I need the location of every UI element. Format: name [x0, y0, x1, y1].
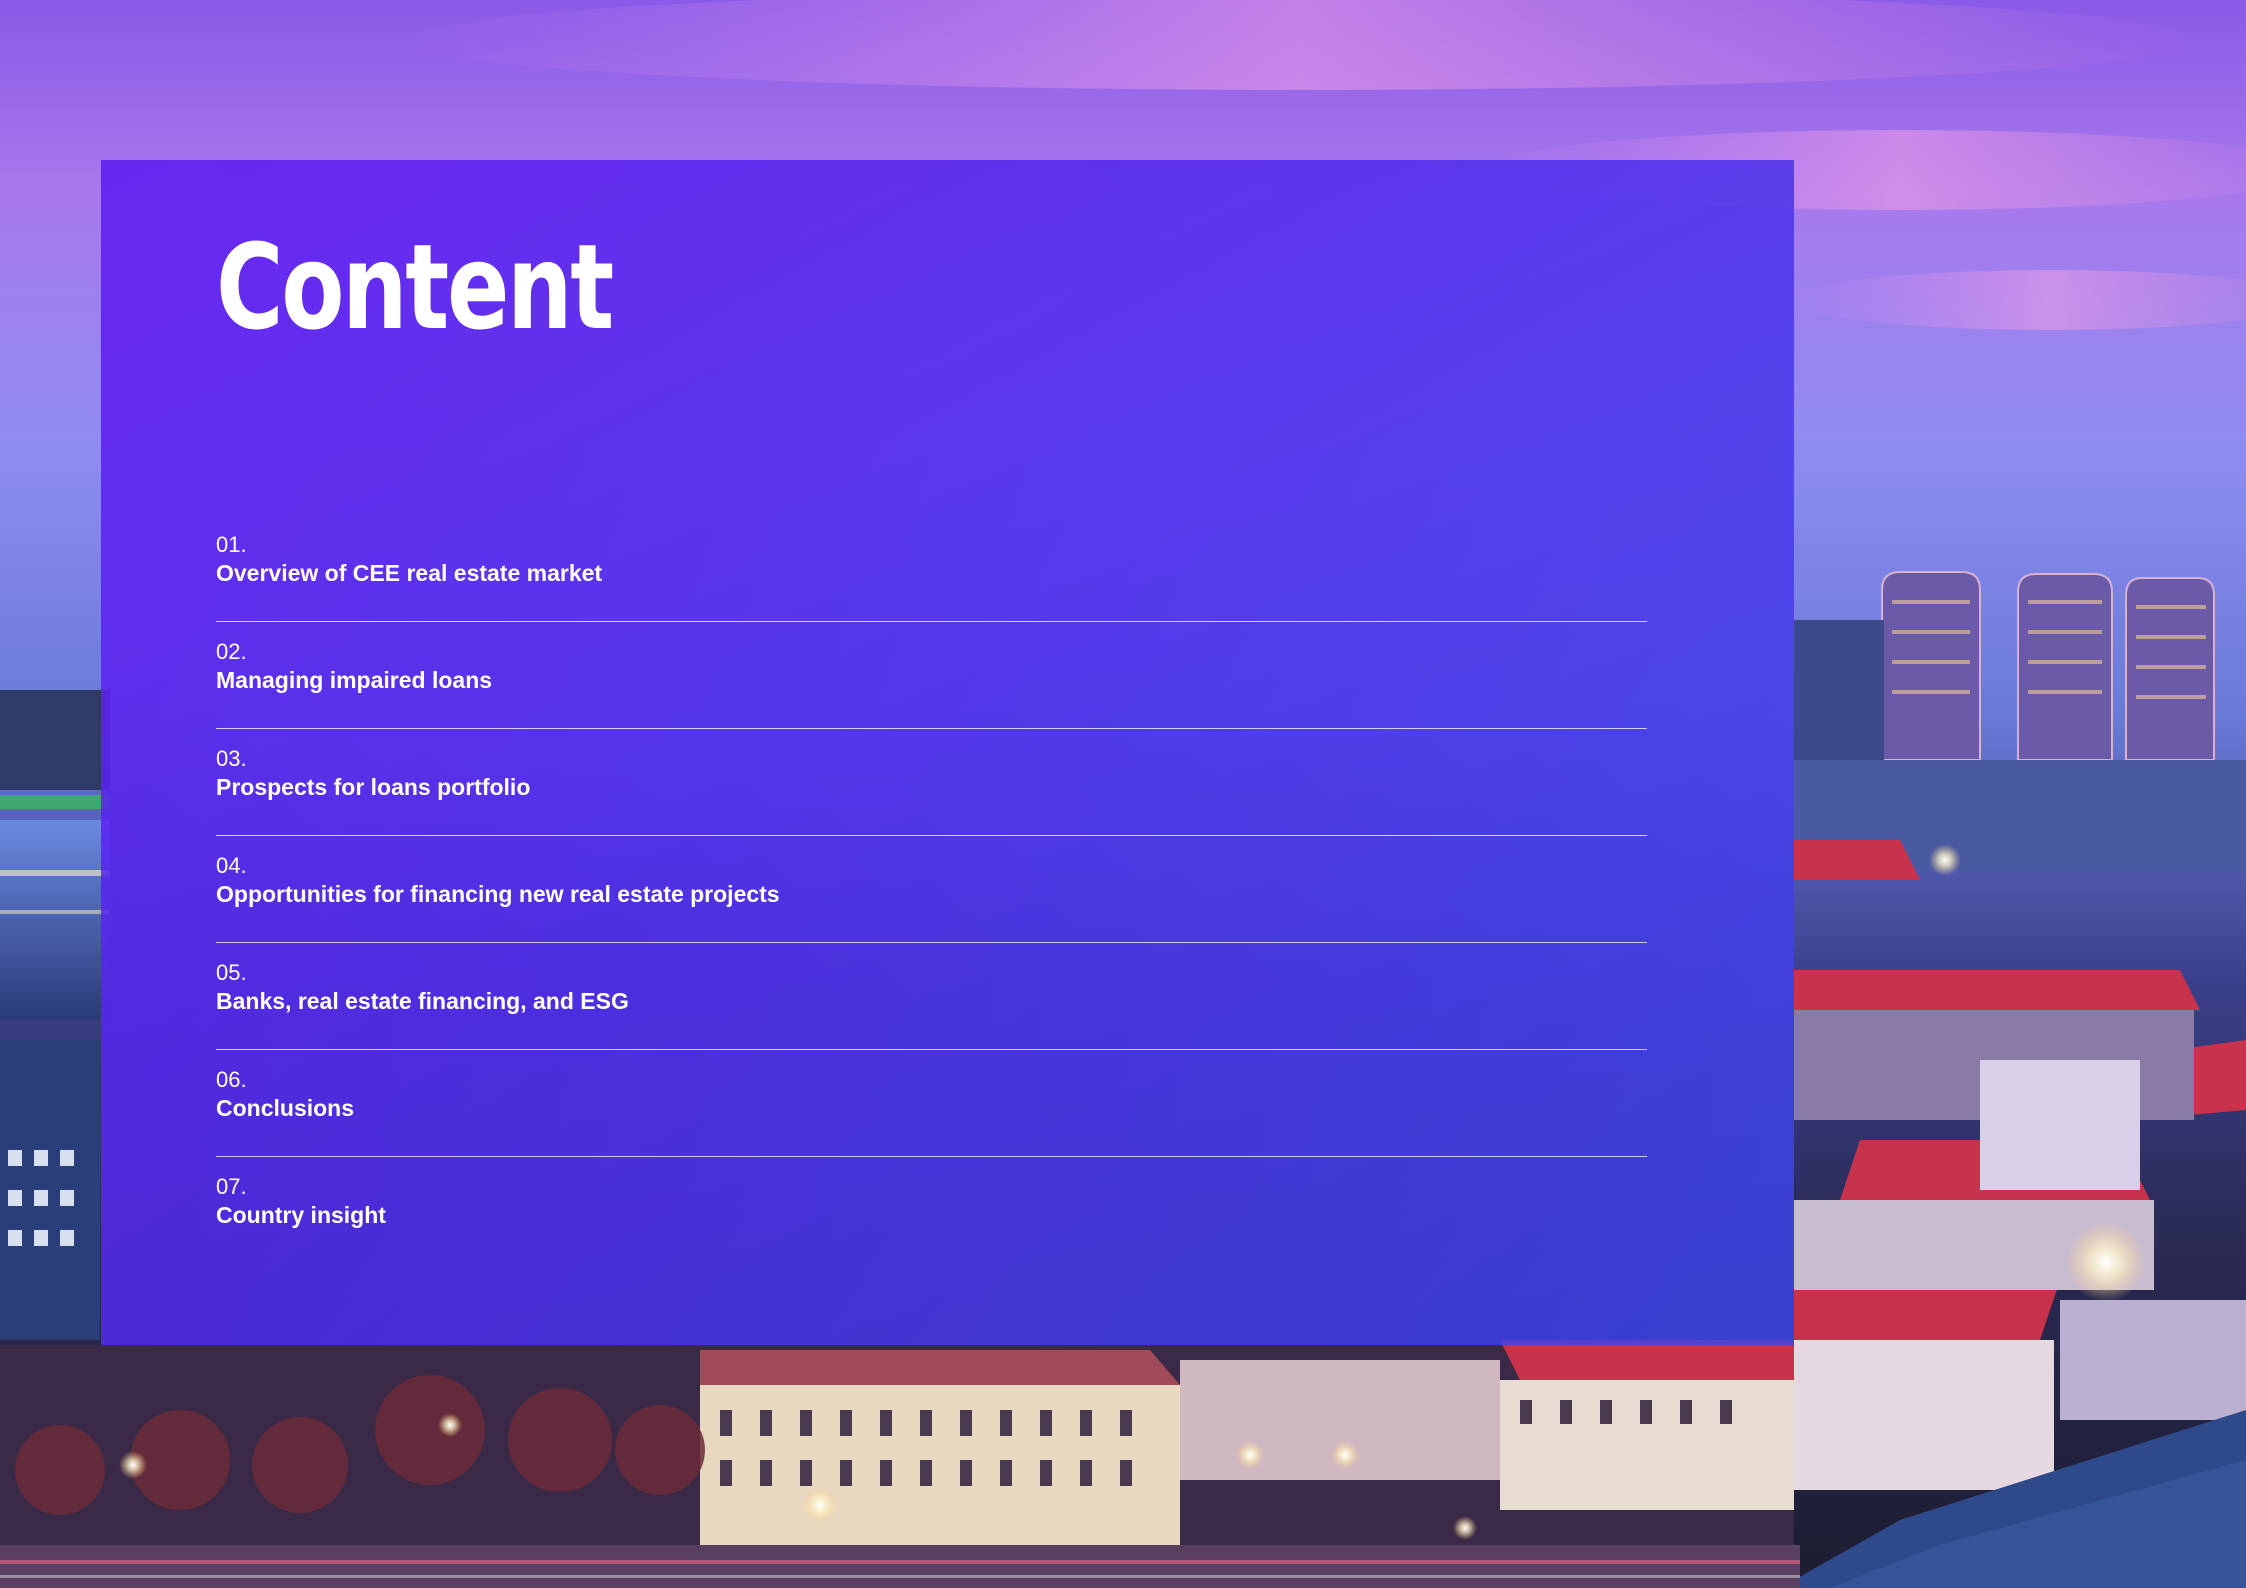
toc-item-number: 07.	[216, 1174, 247, 1199]
toc-item-number: 06.	[216, 1067, 247, 1092]
toc-item-number: 05.	[216, 960, 247, 985]
toc-item-label: Banks, real estate financing, and ESG	[216, 988, 629, 1014]
toc-item-number: 02.	[216, 639, 247, 664]
toc-item-label: Managing impaired loans	[216, 667, 493, 693]
toc-item-02[interactable]: 02. Managing impaired loans	[216, 632, 1647, 739]
toc-item-label: Overview of CEE real estate market	[216, 560, 603, 586]
toc-item-04[interactable]: 04. Opportunities for financing new real…	[216, 846, 1647, 953]
toc-item-label: Opportunities for financing new real est…	[216, 881, 780, 907]
toc-item-number: 04.	[216, 853, 247, 878]
toc-item-06[interactable]: 06. Conclusions	[216, 1060, 1647, 1167]
toc-item-label: Prospects for loans portfolio	[216, 774, 531, 800]
page-title: Content	[216, 218, 614, 356]
toc-item-01[interactable]: 01. Overview of CEE real estate market	[216, 525, 1647, 632]
toc-item-07[interactable]: 07. Country insight	[216, 1167, 1647, 1274]
toc-item-03[interactable]: 03. Prospects for loans portfolio	[216, 739, 1647, 846]
table-of-contents: 01. Overview of CEE real estate market 0…	[216, 525, 1647, 1274]
toc-item-number: 03.	[216, 746, 247, 771]
toc-item-label: Conclusions	[216, 1095, 355, 1121]
toc-item-number: 01.	[216, 532, 247, 557]
toc-item-label: Country insight	[216, 1202, 386, 1228]
toc-item-05[interactable]: 05. Banks, real estate financing, and ES…	[216, 953, 1647, 1060]
